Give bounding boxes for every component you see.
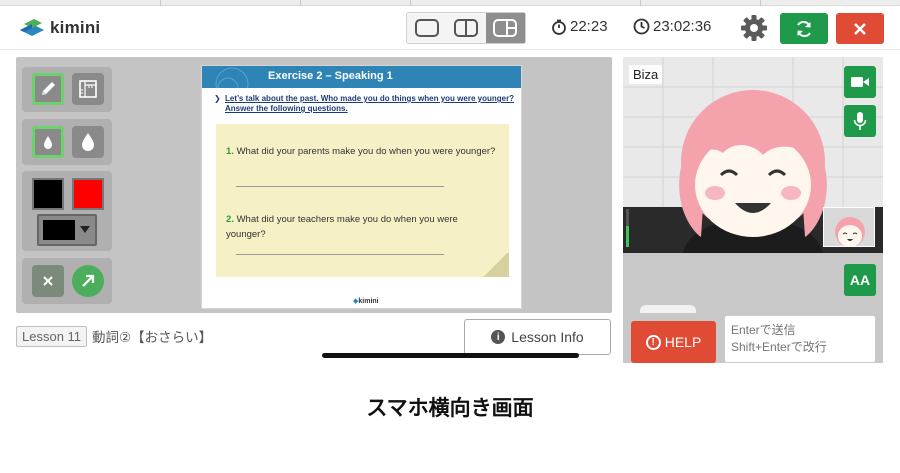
action-toolbox: [22, 258, 112, 304]
alert-icon: !: [645, 334, 661, 350]
note-page-curl: [481, 253, 509, 277]
elapsed-timer: 22:23: [551, 18, 608, 35]
app-header: kimini 22:23 23:02:36: [0, 6, 900, 50]
self-view-video[interactable]: [823, 207, 875, 247]
home-indicator[interactable]: [322, 353, 579, 358]
ink-size-toolbox: [22, 119, 112, 165]
pencil-icon: [42, 82, 55, 95]
panel-layout-icon: [493, 19, 518, 37]
help-button[interactable]: ! HELP: [631, 321, 716, 363]
selected-color-preview: [43, 220, 75, 240]
answer-line-1: [236, 186, 444, 187]
instruction-text: Let’s talk about the past. Who made you …: [225, 94, 515, 113]
video-chat-panel: Biza AA ! HELP Enterで送信 Shift+Enterで改行: [623, 57, 883, 363]
screenshot-caption: スマホ横向き画面: [366, 396, 534, 420]
exercise-instruction: ❯ Let’s talk about the past. Who made yo…: [214, 94, 519, 114]
layout-switcher: [406, 12, 526, 44]
reload-button[interactable]: [780, 13, 828, 44]
clock: 23:02:36: [633, 18, 711, 35]
ink-drop-large-icon: [82, 133, 94, 151]
mic-level-fill: [626, 226, 629, 247]
arrow-up-right-icon: [82, 274, 95, 287]
mic-toggle-button[interactable]: [844, 105, 876, 137]
clock-icon: [633, 18, 650, 35]
font-size-button[interactable]: AA: [844, 264, 876, 296]
help-label: HELP: [664, 334, 702, 350]
gear-icon: [741, 15, 767, 41]
single-layout-button[interactable]: [407, 13, 446, 43]
pointer-button[interactable]: [72, 265, 104, 297]
color-black-swatch[interactable]: [32, 178, 64, 210]
refresh-icon: [797, 20, 811, 37]
camera-toggle-button[interactable]: [844, 66, 876, 98]
answer-line-2: [236, 254, 444, 255]
question-2-number: 2.: [226, 214, 234, 225]
logo-text: kimini: [50, 18, 101, 37]
tutor-video: Biza: [623, 57, 883, 253]
color-picker-dropdown[interactable]: [37, 214, 97, 246]
chat-input[interactable]: [724, 315, 876, 363]
question-1: 1. What did your parents make you do whe…: [226, 144, 496, 159]
elapsed-time: 22:23: [570, 18, 608, 35]
slide-brand: ◆kimini: [353, 297, 379, 305]
chat-message-stub: [640, 305, 696, 313]
ink-large-button[interactable]: [72, 126, 104, 158]
split-layout-button[interactable]: [446, 13, 485, 43]
ink-small-button[interactable]: [32, 126, 64, 158]
lesson-badge: Lesson 11: [16, 325, 88, 347]
pen-toolbox: [22, 67, 112, 112]
stopwatch-icon: [552, 19, 566, 35]
exit-lesson-button[interactable]: [836, 13, 884, 44]
exercise-title: Exercise 2 – Speaking 1: [268, 70, 393, 82]
lesson-title-row: Lesson 11 動詞②【おさらい】: [16, 324, 212, 348]
info-icon: i: [491, 330, 506, 344]
split-layout-icon: [453, 19, 478, 37]
kimini-logo-icon: [20, 19, 44, 36]
single-layout-icon: [414, 19, 439, 37]
lesson-title: 動詞②【おさらい】: [92, 330, 213, 345]
video-camera-icon: [851, 77, 869, 87]
lesson-app: kimini 22:23 23:02:36 Exercise 2 – Speak…: [0, 6, 900, 368]
question-note: 1. What did your parents make you do whe…: [216, 124, 509, 277]
kimini-logo[interactable]: kimini: [18, 16, 108, 40]
question-1-text: What did your parents make you do when y…: [236, 146, 496, 157]
slide-header-decoration: [215, 67, 249, 88]
x-icon: [43, 276, 53, 286]
clear-drawing-button[interactable]: [32, 265, 64, 297]
lesson-info-label: Lesson Info: [511, 329, 584, 345]
settings-button[interactable]: [738, 12, 770, 44]
color-toolbox: [22, 171, 112, 251]
ruler-icon: [79, 80, 97, 98]
mic-level-meter: [626, 209, 629, 247]
ink-drop-small-icon: [44, 136, 52, 149]
pen-tool-button[interactable]: [32, 73, 64, 105]
question-1-number: 1.: [226, 146, 234, 157]
textbook-slide[interactable]: Exercise 2 – Speaking 1 ❯ Let’s talk abo…: [201, 65, 522, 309]
participant-name: Biza: [629, 65, 663, 84]
dropdown-arrow-icon: [80, 226, 90, 233]
screen: kimini 22:23 23:02:36 Exercise 2 – Speak…: [0, 0, 900, 473]
lesson-info-button[interactable]: i Lesson Info: [464, 319, 611, 355]
slide-header: Exercise 2 – Speaking 1: [202, 66, 521, 88]
chevron-right-icon: ❯: [214, 94, 221, 103]
color-red-swatch[interactable]: [72, 178, 104, 210]
clock-time: 23:02:36: [653, 18, 712, 35]
slide-brand-text: kimini: [358, 298, 379, 305]
panel-layout-button[interactable]: [485, 13, 525, 43]
self-view-avatar: [824, 208, 874, 246]
question-2: 2. What did your teachers make you do wh…: [226, 212, 496, 242]
close-icon: [854, 22, 866, 35]
question-2-text: What did your teachers make you do when …: [226, 214, 458, 240]
microphone-icon: [853, 112, 867, 130]
ruler-tool-button[interactable]: [72, 73, 104, 105]
